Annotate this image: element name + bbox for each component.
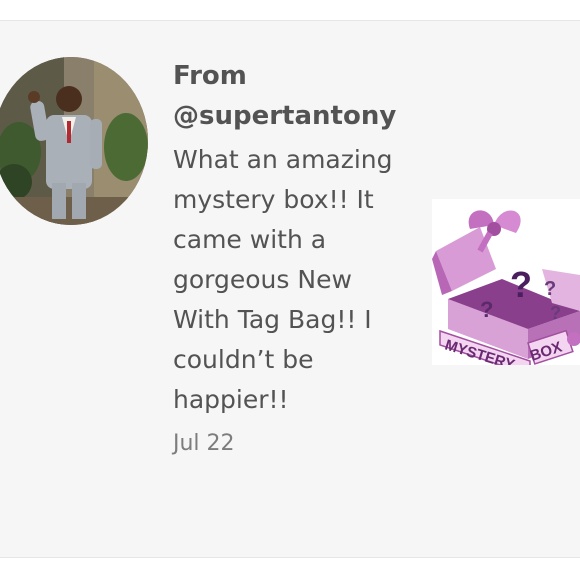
review-text-column: From @supertantony What an amazing myste… bbox=[173, 56, 423, 460]
avatar-photo-icon bbox=[0, 57, 148, 225]
product-thumbnail[interactable]: ? ? ? ? MYSTERY BOX bbox=[432, 199, 580, 365]
from-label: From bbox=[173, 61, 247, 91]
question-mark-left: ? bbox=[480, 297, 493, 322]
review-date: Jul 22 bbox=[173, 431, 235, 456]
review-message: What an amazing mystery box!! It came wi… bbox=[173, 145, 393, 414]
username-link[interactable]: @supertantony bbox=[173, 96, 423, 136]
question-mark-large: ? bbox=[510, 264, 532, 305]
avatar[interactable] bbox=[0, 57, 148, 225]
review-card: From @supertantony What an amazing myste… bbox=[0, 20, 580, 558]
mystery-box-icon: ? ? ? ? MYSTERY BOX bbox=[432, 199, 580, 365]
question-mark-small: ? bbox=[550, 303, 561, 323]
question-mark-right: ? bbox=[544, 278, 556, 300]
